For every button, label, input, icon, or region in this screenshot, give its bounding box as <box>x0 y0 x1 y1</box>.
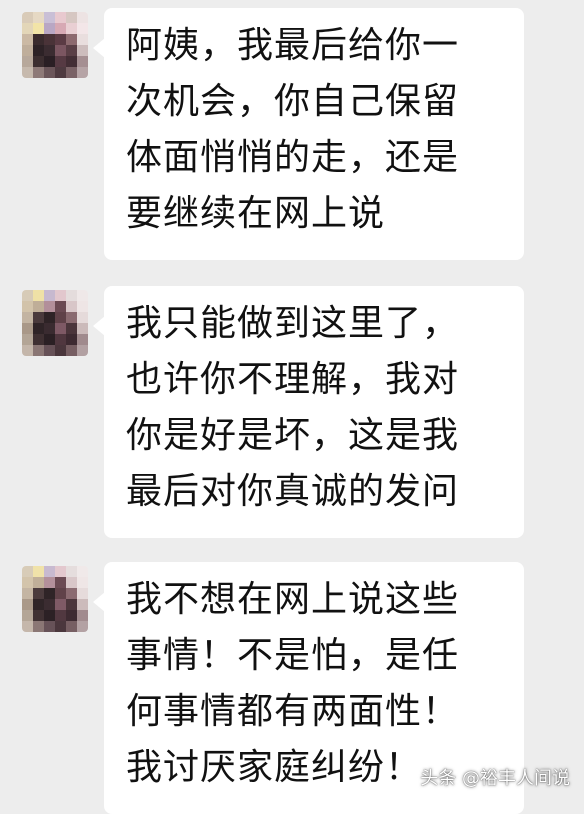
avatar[interactable] <box>22 566 88 632</box>
message-line: 事情！不是怕，是任 <box>126 635 460 676</box>
message-line: 阿姨，我最后给你一 <box>126 25 460 66</box>
message-line: 最后对你真诚的发问 <box>126 471 460 512</box>
message-line: 你是好是坏，这是我 <box>126 415 460 456</box>
message-bubble[interactable]: 我只能做到这里了， 也许你不理解，我对 你是好是坏，这是我 最后对你真诚的发问 <box>93 286 524 538</box>
message-line: 我只能做到这里了， <box>126 303 460 344</box>
avatar[interactable] <box>22 290 88 356</box>
message-bubble[interactable]: 阿姨，我最后给你一 次机会，你自己保留 体面悄悄的走，还是 要继续在网上说 <box>93 8 524 260</box>
avatar[interactable] <box>22 12 88 78</box>
message-line: 也许你不理解，我对 <box>126 359 460 400</box>
message-line: 次机会，你自己保留 <box>126 81 460 122</box>
message-line: 何事情都有两面性！ <box>126 691 460 732</box>
watermark-label: 头条 @裕丰人间说 <box>420 768 570 789</box>
message-line: 体面悄悄的走，还是 <box>126 137 460 178</box>
chat-conversation: 阿姨，我最后给你一 次机会，你自己保留 体面悄悄的走，还是 要继续在网上说 我只… <box>0 0 584 814</box>
message-line: 我不想在网上说这些 <box>126 579 460 620</box>
message-line: 要继续在网上说 <box>126 193 386 234</box>
